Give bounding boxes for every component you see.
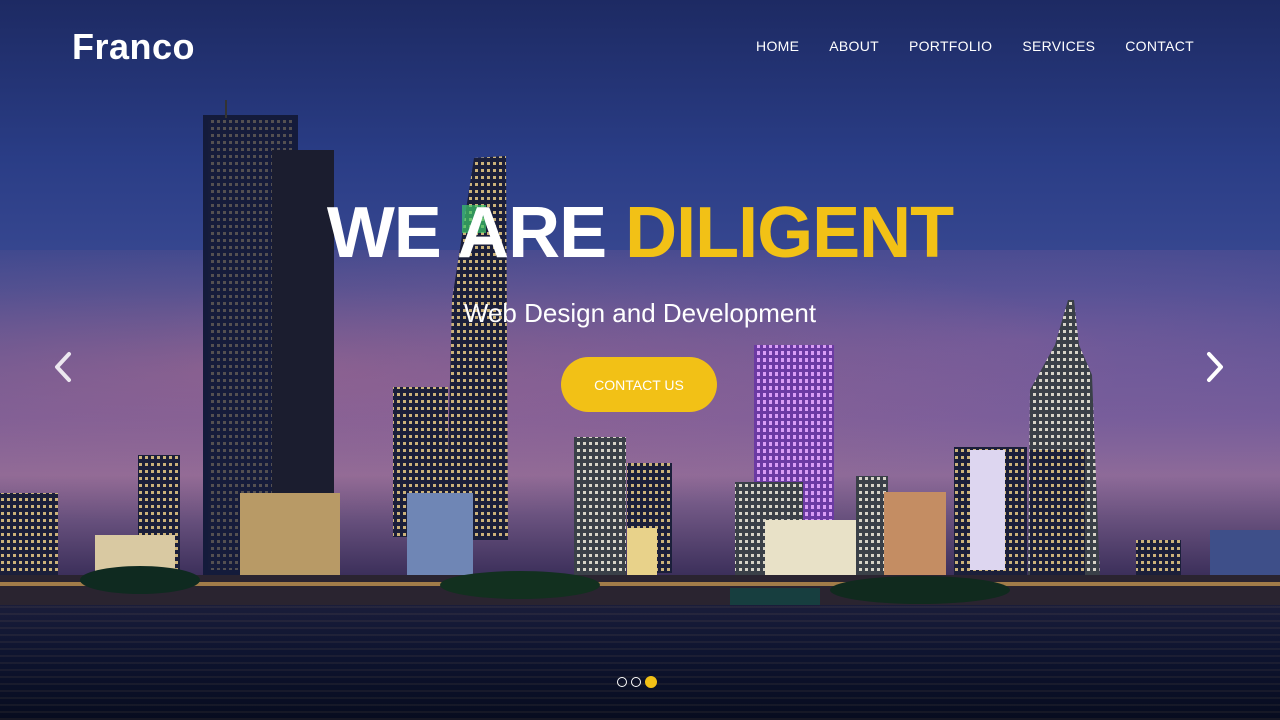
river-reflection: [0, 605, 1280, 720]
main-menu: HOME ABOUT PORTFOLIO SERVICES CONTACT: [756, 38, 1194, 54]
nav-about[interactable]: ABOUT: [829, 38, 879, 54]
nav-portfolio[interactable]: PORTFOLIO: [909, 38, 992, 54]
slider-prev-button[interactable]: [48, 350, 78, 384]
slider-dot-3[interactable]: [645, 676, 657, 688]
slider-pagination: [617, 676, 657, 688]
nav-home[interactable]: HOME: [756, 38, 799, 54]
top-navbar: Franco HOME ABOUT PORTFOLIO SERVICES CON…: [0, 0, 1280, 92]
hero-slider: Franco HOME ABOUT PORTFOLIO SERVICES CON…: [0, 0, 1280, 720]
headline-white-text: WE ARE: [326, 193, 607, 273]
slider-dot-2[interactable]: [631, 677, 641, 687]
brand-logo[interactable]: Franco: [72, 26, 195, 68]
hero-headline: WE ARE DILIGENT: [0, 192, 1280, 274]
slider-next-button[interactable]: [1200, 350, 1230, 384]
slider-dot-1[interactable]: [617, 677, 627, 687]
chevron-right-icon: [1207, 352, 1223, 382]
hero-subtitle: Web Design and Development: [463, 298, 817, 328]
chevron-left-icon: [55, 352, 71, 382]
headline-accent-text: DILIGENT: [625, 193, 954, 273]
nav-services[interactable]: SERVICES: [1022, 38, 1095, 54]
nav-contact[interactable]: CONTACT: [1125, 38, 1194, 54]
contact-us-button[interactable]: CONTACT US: [561, 357, 717, 412]
